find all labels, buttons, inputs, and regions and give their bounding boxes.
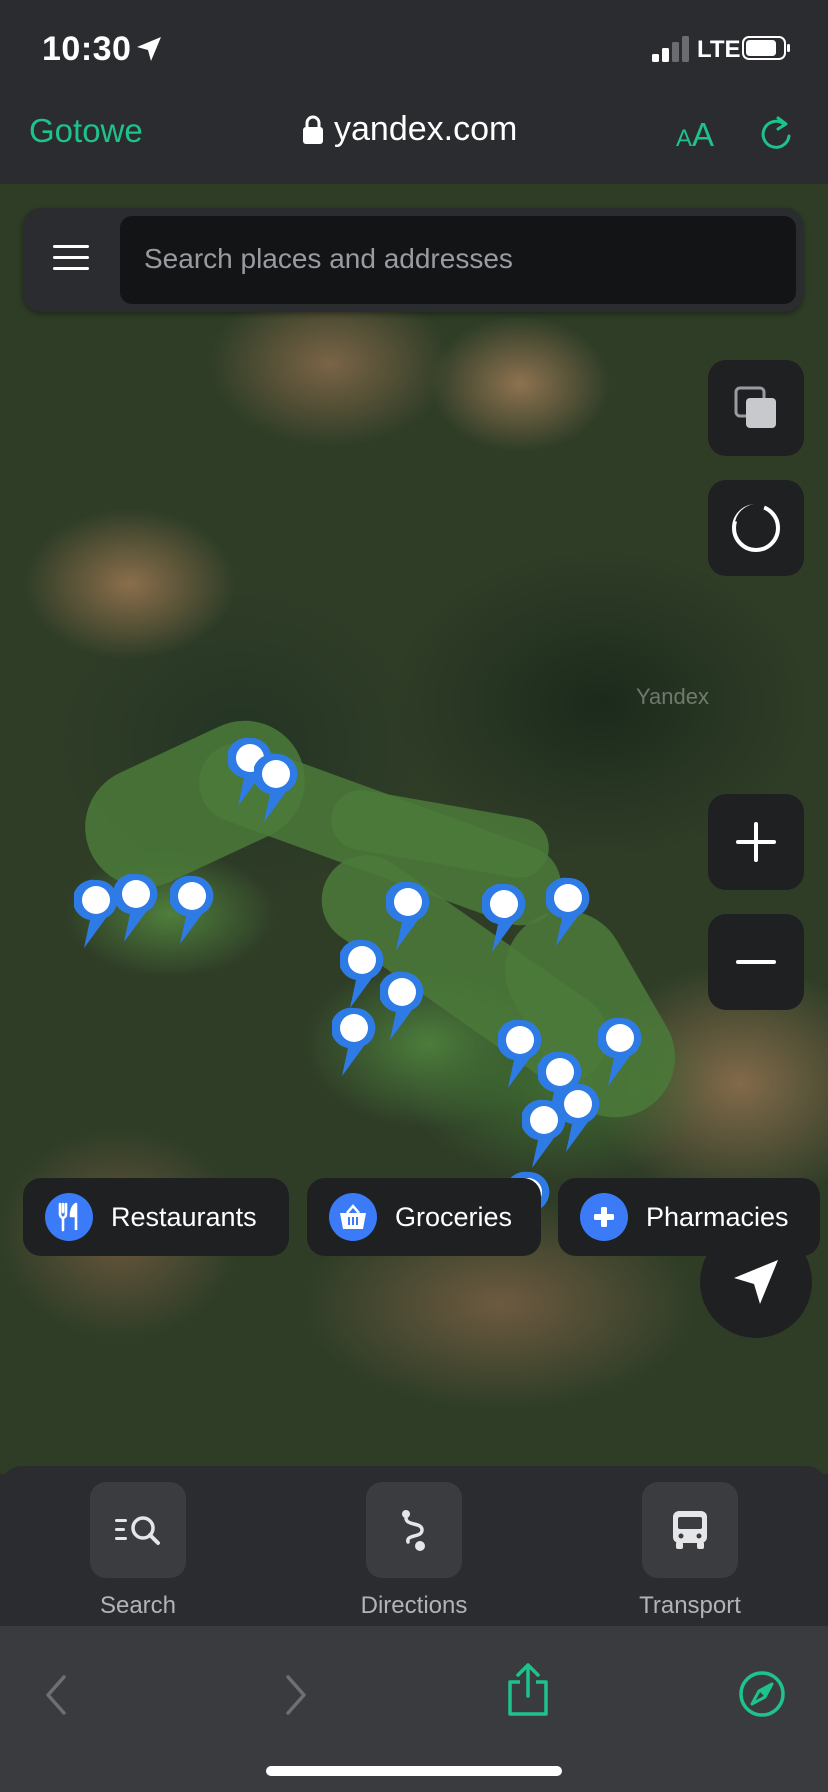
zoom-in-button[interactable] xyxy=(708,794,804,890)
status-time: 10:30 xyxy=(42,30,132,68)
map-pin-icon[interactable] xyxy=(332,1006,376,1078)
forward-icon[interactable] xyxy=(284,1674,308,1716)
url-text: yandex.com xyxy=(334,110,518,148)
chip-restaurants[interactable]: Restaurants xyxy=(23,1178,289,1256)
browser-header: Gotowe yandex.com AA xyxy=(0,96,828,184)
tab-directions[interactable]: Directions xyxy=(334,1482,494,1620)
battery-icon xyxy=(742,36,790,60)
layers-button[interactable] xyxy=(708,360,804,456)
search-placeholder: Search places and addresses xyxy=(144,243,513,274)
tab-label: Transport xyxy=(639,1592,741,1619)
map-pin-icon[interactable] xyxy=(598,1016,642,1088)
location-arrow-icon xyxy=(137,37,161,61)
search-input[interactable]: Search places and addresses xyxy=(120,216,796,304)
plus-icon xyxy=(736,822,776,862)
map-pin-icon[interactable] xyxy=(170,874,214,946)
map-pin-icon[interactable] xyxy=(380,970,424,1042)
zoom-out-button[interactable] xyxy=(708,914,804,1010)
text-size-small-label: A xyxy=(676,125,693,152)
bus-icon xyxy=(642,1482,738,1578)
lock-icon xyxy=(303,115,323,144)
basket-icon xyxy=(329,1193,377,1241)
compass-icon[interactable] xyxy=(738,1670,786,1718)
route-icon xyxy=(366,1482,462,1578)
network-label: LTE xyxy=(697,36,741,63)
map-pin-icon[interactable] xyxy=(340,938,384,1010)
map-pin-icon[interactable] xyxy=(386,880,430,952)
map-search-bar: Search places and addresses xyxy=(23,208,803,312)
chip-pharmacies[interactable]: Pharmacies xyxy=(558,1178,820,1256)
tab-search[interactable]: Search xyxy=(58,1482,218,1620)
tab-label: Search xyxy=(99,1592,177,1619)
map-pin-icon[interactable] xyxy=(522,1098,566,1170)
layers-icon xyxy=(734,386,776,428)
map-pin-icon[interactable] xyxy=(74,878,118,950)
done-button[interactable]: Gotowe xyxy=(29,112,143,150)
signal-icon xyxy=(652,36,689,62)
map-pin-icon[interactable] xyxy=(254,752,298,824)
reload-icon[interactable] xyxy=(758,114,794,154)
back-icon[interactable] xyxy=(44,1674,68,1716)
yandex-watermark: Yandex xyxy=(636,684,709,709)
chip-label: Pharmacies xyxy=(646,1201,789,1232)
map-pin-icon[interactable] xyxy=(498,1018,542,1090)
tab-transport[interactable]: Transport xyxy=(610,1482,770,1620)
chip-label: Groceries xyxy=(395,1201,513,1232)
text-size-big-label: A xyxy=(692,116,715,153)
alice-icon xyxy=(732,503,780,552)
map-pin-icon[interactable] xyxy=(546,876,590,948)
share-icon[interactable] xyxy=(504,1662,552,1718)
text-size-button[interactable]: AA xyxy=(676,116,714,154)
search-list-icon xyxy=(90,1482,186,1578)
bottom-tab-panel: Search Directions Transport xyxy=(0,1466,828,1626)
minus-icon xyxy=(736,960,776,964)
navigation-arrow-icon xyxy=(734,1260,778,1304)
status-bar: 10:30 LTE xyxy=(0,0,828,96)
home-indicator xyxy=(266,1766,562,1776)
map-view[interactable]: Yandex Search places and addresses Resta… xyxy=(0,184,828,1474)
hamburger-menu-icon[interactable] xyxy=(53,244,89,272)
chip-label: Restaurants xyxy=(111,1201,257,1232)
chip-groceries[interactable]: Groceries xyxy=(307,1178,541,1256)
address-bar[interactable]: yandex.com xyxy=(302,110,517,149)
plus-icon xyxy=(580,1193,628,1241)
alice-button[interactable] xyxy=(708,480,804,576)
tab-label: Directions xyxy=(360,1592,468,1619)
map-pin-icon[interactable] xyxy=(114,872,158,944)
fork-knife-icon xyxy=(45,1193,93,1241)
map-pin-icon[interactable] xyxy=(482,882,526,954)
